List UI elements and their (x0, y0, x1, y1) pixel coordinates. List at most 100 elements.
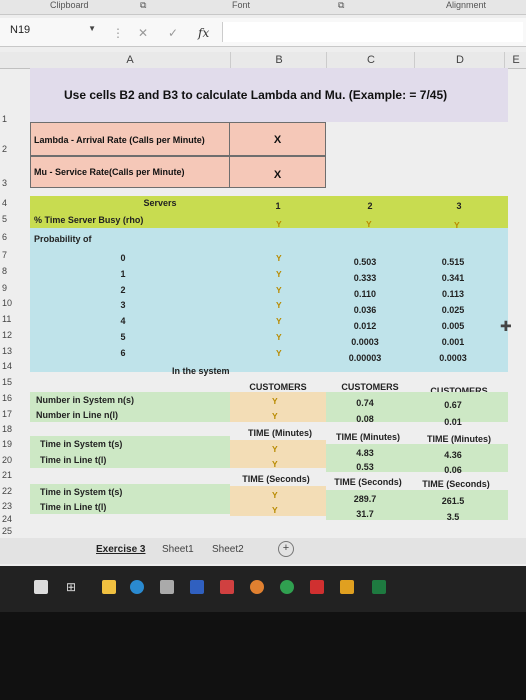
tl-min-label: Time in Line t(l) (40, 455, 107, 465)
number-b-block[interactable] (230, 392, 326, 422)
row-header-15[interactable]: 15 (0, 377, 32, 387)
row-header-9[interactable]: 9 (0, 283, 32, 293)
task-view-icon[interactable]: ⊞ (66, 580, 80, 594)
ts-sec-c: 289.7 (353, 494, 377, 504)
prob-n-3: 3 (120, 300, 126, 310)
prob-d-3: 0.025 (441, 305, 465, 315)
sheet-tabs-bar: Exercise 3 Sheet1 Sheet2 + (0, 538, 526, 564)
prob-b-2: Y (276, 285, 282, 295)
row-header-24[interactable]: 24 (0, 514, 32, 524)
row-header-19[interactable]: 19 (0, 439, 32, 449)
ribbon-group-font: Font (232, 0, 251, 10)
name-box[interactable]: N19 ▼ (10, 24, 96, 40)
row-header-22[interactable]: 22 (0, 486, 32, 496)
lambda-label-cell[interactable]: Lambda - Arrival Rate (Calls per Minute) (30, 122, 230, 156)
row-header-12[interactable]: 12 (0, 330, 32, 340)
column-header-e[interactable]: E (504, 52, 526, 69)
row-header-8[interactable]: 8 (0, 266, 32, 276)
tab-sheet1[interactable]: Sheet1 (162, 544, 194, 555)
select-all-corner[interactable] (0, 52, 30, 69)
row-header-4[interactable]: 4 (0, 198, 32, 208)
row-header-1[interactable]: 1 (0, 114, 32, 124)
prob-c-2: 0.110 (353, 289, 377, 299)
prob-c-1: 0.333 (353, 273, 377, 283)
tab-sheet2[interactable]: Sheet2 (212, 544, 244, 555)
mu-label-cell[interactable]: Mu - Service Rate(Calls per Minute) (30, 156, 230, 188)
ts-sec-label: Time in System t(s) (40, 487, 123, 497)
servers-label: Servers (143, 198, 177, 208)
time-seconds-header-d: TIME (Seconds) (422, 479, 490, 489)
row-header-21[interactable]: 21 (0, 470, 32, 480)
row-header-14[interactable]: 14 (0, 361, 32, 371)
chrome-icon[interactable] (280, 580, 294, 594)
start-windows-icon[interactable] (34, 580, 48, 594)
mu-label: Mu - Service Rate(Calls per Minute) (34, 167, 185, 177)
chevron-down-icon[interactable]: ▼ (88, 24, 96, 33)
lambda-value[interactable]: X (229, 122, 326, 156)
probability-block[interactable] (30, 228, 508, 372)
row-header-25[interactable]: 25 (0, 526, 32, 536)
column-header-b[interactable]: B (230, 52, 327, 69)
row-header-5[interactable]: 5 (0, 214, 32, 224)
ts-min-label: Time in System t(s) (40, 439, 123, 449)
mu-value[interactable]: X (229, 156, 326, 188)
nl-d: 0.01 (444, 417, 462, 427)
row-header-10[interactable]: 10 (0, 298, 32, 308)
column-header-c[interactable]: C (326, 52, 415, 69)
add-sheet-button[interactable]: + (278, 541, 294, 557)
column-header-d[interactable]: D (414, 52, 505, 69)
servers-d: 3 (456, 201, 462, 211)
ribbon-group-alignment: Alignment (446, 0, 487, 10)
ts-min-c: 4.83 (356, 448, 374, 458)
time-minutes-header-b: TIME (Minutes) (248, 428, 312, 438)
prob-c-4: 0.012 (353, 321, 377, 331)
prob-n-4: 4 (120, 316, 126, 326)
app-icon[interactable] (220, 580, 234, 594)
column-header-a[interactable]: A (30, 52, 230, 69)
rho-label: % Time Server Busy (rho) (34, 215, 144, 225)
row-header-16[interactable]: 16 (0, 393, 32, 403)
ns-b: Y (272, 396, 278, 406)
nl-label: Number in Line n(l) (36, 410, 118, 420)
row-header-2[interactable]: 2 (0, 144, 32, 154)
row-header-6[interactable]: 6 (0, 232, 32, 242)
insert-function-icon[interactable]: fx (198, 26, 209, 40)
row-header-20[interactable]: 20 (0, 455, 32, 465)
cursor-crosshair-icon: ✚ (500, 318, 512, 334)
mail-icon[interactable] (190, 580, 204, 594)
prob-b-3: Y (276, 300, 282, 310)
tab-exercise-3[interactable]: Exercise 3 (96, 544, 146, 555)
nl-b: Y (272, 411, 278, 421)
time-min-b-block[interactable] (230, 440, 326, 468)
taskbar: ⊞ (0, 566, 526, 612)
store-icon[interactable] (160, 580, 174, 594)
dialog-launcher-icon[interactable]: ⧉ (338, 0, 344, 11)
prob-b-4: Y (276, 316, 282, 326)
row-header-11[interactable]: 11 (0, 314, 32, 324)
time-sec-b-block[interactable] (230, 486, 326, 516)
in-system-label: In the system (172, 366, 230, 376)
app-icon[interactable] (250, 580, 264, 594)
row-header-23[interactable]: 23 (0, 501, 32, 511)
prob-d-0: 0.515 (441, 257, 465, 267)
formula-input[interactable] (222, 22, 523, 42)
row-header-18[interactable]: 18 (0, 424, 32, 434)
prob-n-2: 2 (120, 285, 126, 295)
row-header-17[interactable]: 17 (0, 409, 32, 419)
app-icon[interactable] (340, 580, 354, 594)
row-header-7[interactable]: 7 (0, 250, 32, 260)
prob-c-0: 0.503 (353, 257, 377, 267)
more-options-icon[interactable]: ⋮ (112, 26, 124, 40)
cancel-icon[interactable]: ✕ (138, 26, 148, 40)
ts-sec-b: Y (272, 490, 278, 500)
time-seconds-header-b: TIME (Seconds) (242, 474, 310, 484)
row-header-13[interactable]: 13 (0, 346, 32, 356)
excel-icon[interactable] (372, 580, 386, 594)
dialog-launcher-icon[interactable]: ⧉ (140, 0, 146, 11)
enter-icon[interactable]: ✓ (168, 26, 178, 40)
file-explorer-icon[interactable] (102, 580, 116, 594)
row-header-3[interactable]: 3 (0, 178, 32, 188)
app-icon[interactable] (310, 580, 324, 594)
edge-icon[interactable] (130, 580, 144, 594)
prob-d-1: 0.341 (441, 273, 465, 283)
